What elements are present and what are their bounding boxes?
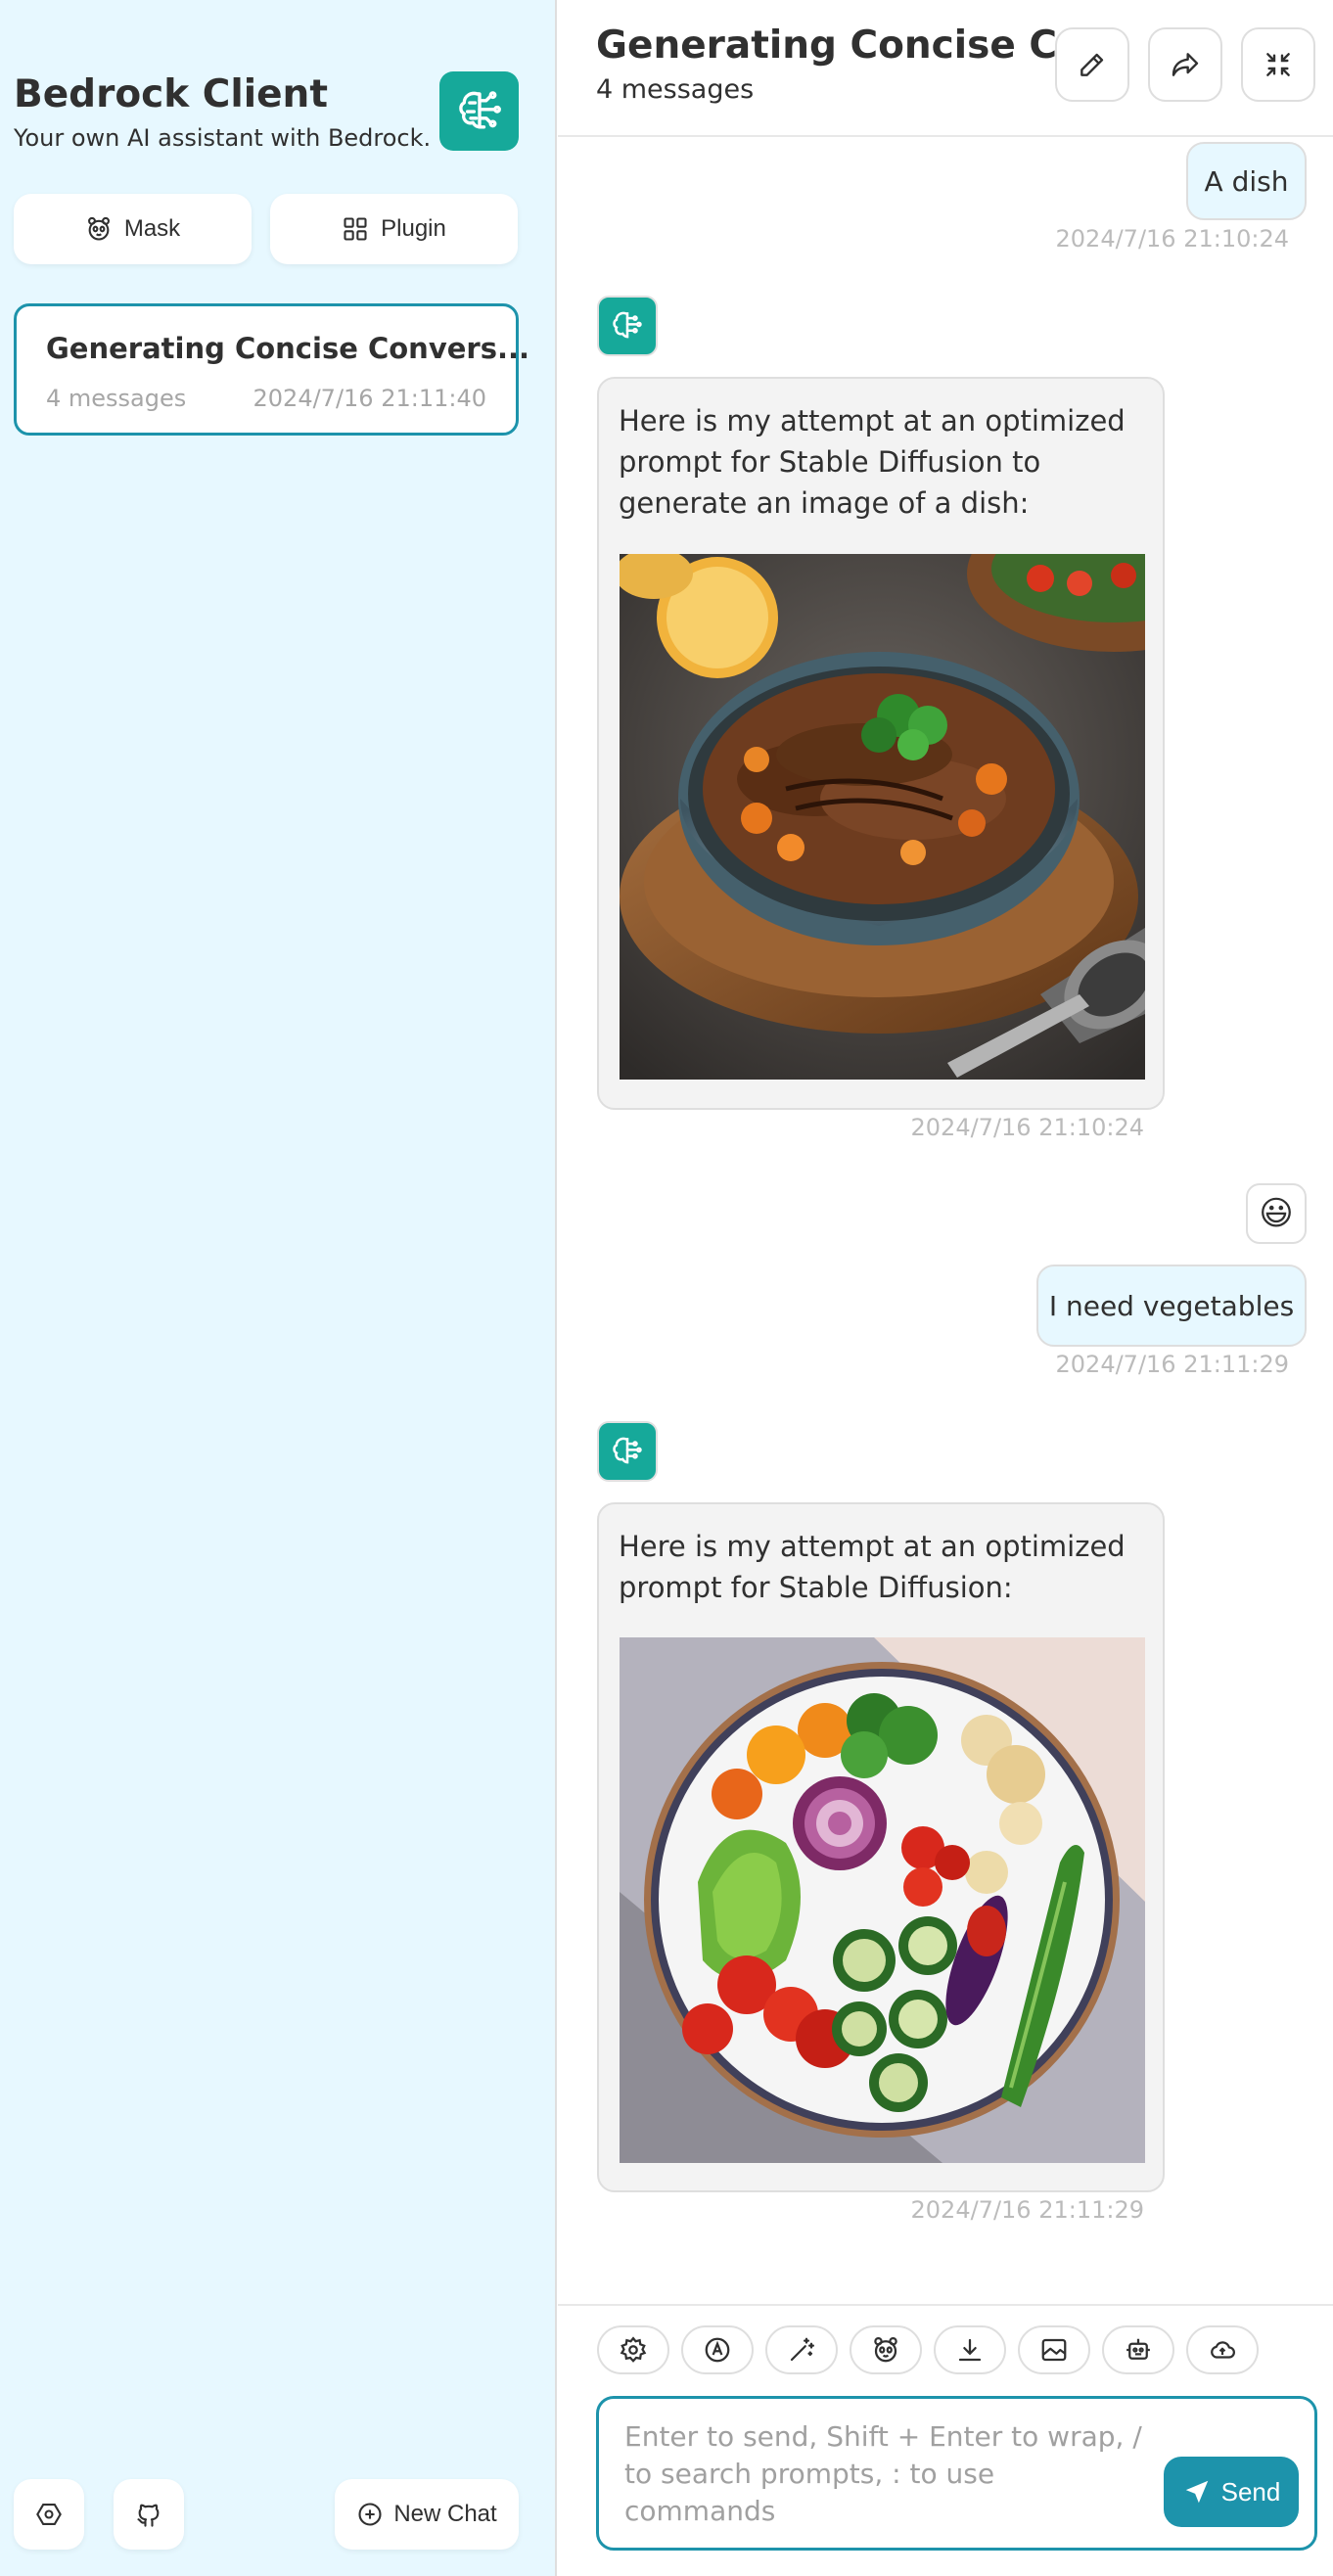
sidebar: Bedrock Client Your own AI assistant wit… (0, 0, 557, 2576)
download-icon (958, 2338, 982, 2362)
magic-wand-icon (790, 2337, 814, 2362)
image-upload-button[interactable] (1018, 2325, 1090, 2374)
plugin-button[interactable]: Plugin (270, 194, 518, 264)
settings-button[interactable] (14, 2479, 84, 2550)
message-timestamp: 2024/7/16 21:11:29 (1055, 1351, 1289, 1378)
mask-icon (87, 216, 110, 241)
pencil-icon (1080, 53, 1104, 76)
generated-dish-image[interactable] (620, 554, 1145, 1080)
user-message[interactable]: A dish (1186, 142, 1307, 220)
assistant-message[interactable]: Here is my attempt at an optimized promp… (597, 1502, 1165, 2192)
settings-icon (36, 2504, 62, 2525)
image-icon (1041, 2338, 1067, 2362)
minimize-icon (1266, 53, 1290, 76)
mask-tool-button[interactable] (850, 2325, 922, 2374)
chat-item-count: 4 messages (46, 385, 187, 412)
robot-icon (1126, 2338, 1150, 2360)
cloud-sync-button[interactable] (1186, 2325, 1259, 2374)
message-timestamp: 2024/7/16 21:10:24 (910, 1114, 1144, 1141)
send-icon (1185, 2480, 1208, 2504)
bot-avatar-icon (597, 296, 658, 356)
chat-item-title: Generating Concise Convers... (46, 332, 530, 365)
message-timestamp: 2024/7/16 21:10:24 (1055, 225, 1289, 253)
input-divider (558, 2304, 1333, 2306)
chat-item-date: 2024/7/16 21:11:40 (253, 385, 486, 412)
mask-icon (874, 2337, 897, 2363)
gear-icon (620, 2336, 647, 2363)
generated-vegetables-image[interactable] (620, 1637, 1145, 2163)
assistant-message[interactable]: Here is my attempt at an optimized promp… (597, 377, 1165, 1110)
share-button[interactable] (1148, 27, 1222, 102)
send-button[interactable]: Send (1164, 2457, 1299, 2527)
prompt-magic-button[interactable] (765, 2325, 838, 2374)
plus-circle-icon (358, 2503, 382, 2526)
robot-button[interactable] (1102, 2325, 1174, 2374)
chat-list-item[interactable]: Generating Concise Convers... 4 messages… (14, 303, 529, 436)
github-icon (137, 2504, 160, 2527)
chat-input-container: Send (596, 2396, 1317, 2551)
chat-title[interactable]: Generating Concise C... (596, 23, 1100, 68)
app-title: Bedrock Client (14, 72, 328, 116)
chat-settings-button[interactable] (597, 2325, 669, 2374)
theme-button[interactable] (681, 2325, 754, 2374)
app-logo-icon (439, 71, 519, 151)
new-chat-label: New Chat (393, 2501, 497, 2527)
auto-theme-icon (705, 2337, 730, 2363)
chat-message-count: 4 messages (596, 74, 755, 105)
export-button[interactable] (934, 2325, 1006, 2374)
mask-label: Mask (123, 215, 181, 242)
message-timestamp: 2024/7/16 21:11:29 (910, 2196, 1144, 2224)
share-icon (1172, 53, 1199, 76)
new-chat-button[interactable]: New Chat (335, 2479, 519, 2550)
user-message-text: I need vegetables (1048, 1289, 1295, 1322)
send-label: Send (1220, 2476, 1281, 2507)
user-message[interactable]: I need vegetables (1036, 1265, 1307, 1347)
chat-input[interactable] (624, 2418, 1153, 2526)
cloud-icon (1211, 2341, 1235, 2359)
mask-button[interactable]: Mask (14, 194, 252, 264)
grid-icon (344, 217, 367, 241)
edit-button[interactable] (1055, 27, 1129, 102)
user-message-text: A dish (1204, 164, 1289, 198)
plugin-label: Plugin (381, 215, 446, 242)
collapse-button[interactable] (1241, 27, 1315, 102)
assistant-message-text: Here is my attempt at an optimized promp… (619, 404, 1126, 520)
app-subtitle: Your own AI assistant with Bedrock. (14, 124, 432, 152)
assistant-message-text: Here is my attempt at an optimized promp… (619, 1530, 1126, 1604)
github-button[interactable] (114, 2479, 184, 2550)
user-avatar[interactable]: 😃 (1246, 1183, 1307, 1244)
chat-header: Generating Concise C... 4 messages (558, 0, 1333, 137)
bot-avatar-icon (597, 1421, 658, 1482)
